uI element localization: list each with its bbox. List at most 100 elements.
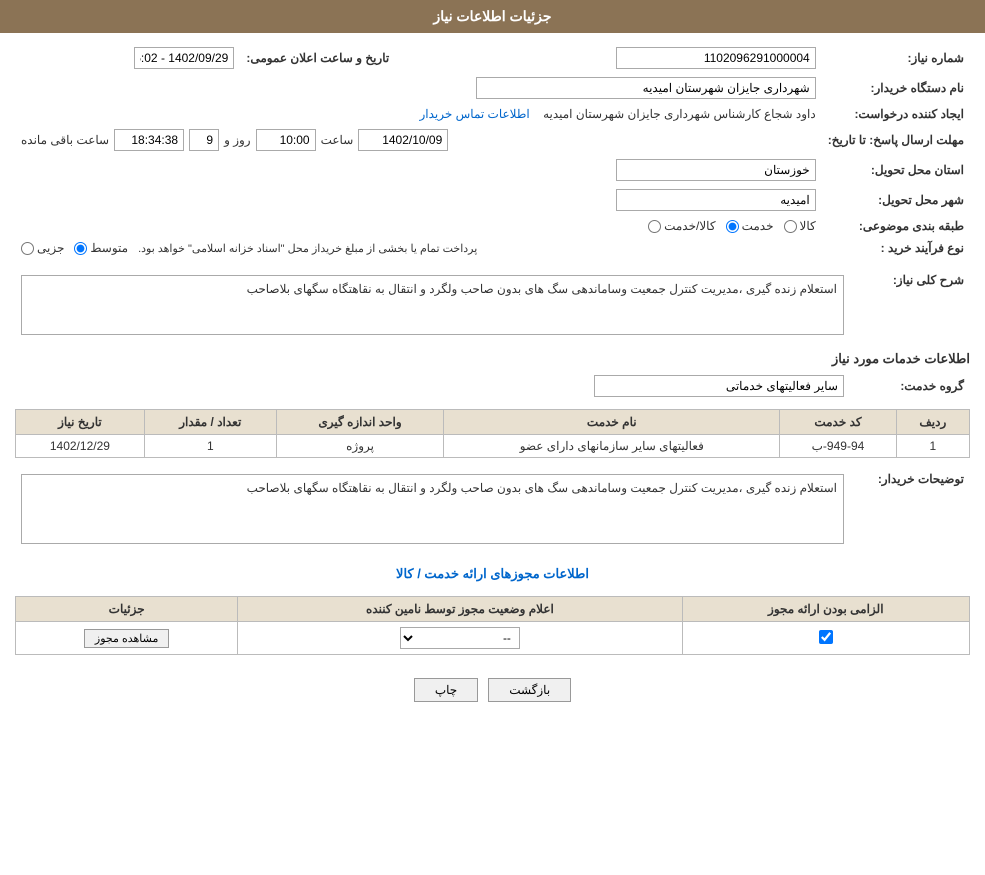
send-time-input[interactable] [256, 129, 316, 151]
services-info-label: اطلاعات خدمات مورد نیاز [15, 351, 970, 367]
purchase-jozvi-radio[interactable] [21, 242, 34, 255]
buyer-org-row: نام دستگاه خریدار: [15, 73, 970, 103]
purchase-type-row: نوع فرآیند خرید : پرداخت تمام یا بخشی از… [15, 237, 970, 259]
category-kala-option[interactable]: کالا [784, 219, 816, 233]
col-date: تاریخ نیاز [16, 410, 145, 435]
announce-date-input[interactable] [134, 47, 234, 69]
need-number-value [395, 43, 822, 73]
purchase-motawaset-radio[interactable] [74, 242, 87, 255]
province-row: استان محل تحویل: [15, 155, 970, 185]
back-button[interactable]: بازگشت [488, 678, 571, 702]
permissions-section-text: اطلاعات مجوزهای ارائه خدمت / کالا [396, 566, 589, 581]
creator-label: ایجاد کننده درخواست: [822, 103, 970, 125]
page-header: جزئیات اطلاعات نیاز [0, 0, 985, 33]
need-number-label: شماره نیاز: [822, 43, 970, 73]
category-kala-khadamat-option[interactable]: کالا/خدمت [648, 219, 715, 233]
cell-details: مشاهده مجوز [16, 622, 238, 655]
purchase-jozvi-option[interactable]: جزیی [21, 241, 64, 255]
services-table: ردیف کد خدمت نام خدمت واحد اندازه گیری ت… [15, 409, 970, 458]
service-group-row: گروه خدمت: [15, 371, 970, 401]
city-value [15, 185, 822, 215]
permissions-table-header: الزامی بودن ارائه مجوز اعلام وضعیت مجوز … [16, 597, 970, 622]
send-days-input[interactable] [189, 129, 219, 151]
services-header-row: ردیف کد خدمت نام خدمت واحد اندازه گیری ت… [16, 410, 970, 435]
view-permit-button[interactable]: مشاهده مجوز [84, 629, 169, 648]
permissions-table-body: -- مشاهده مجوز [16, 622, 970, 655]
city-input[interactable] [616, 189, 816, 211]
mandatory-checkbox[interactable] [819, 630, 833, 644]
table-row: 1 949-94-ب فعالیتهای سایر سازمانهای دارا… [16, 435, 970, 458]
service-group-label: گروه خدمت: [850, 371, 970, 401]
services-table-body: 1 949-94-ب فعالیتهای سایر سازمانهای دارا… [16, 435, 970, 458]
creator-contact-link[interactable]: اطلاعات تماس خریدار [420, 107, 530, 121]
category-khadamat-label: خدمت [742, 219, 774, 233]
need-number-input[interactable] [616, 47, 816, 69]
purchase-motawaset-option[interactable]: متوسط [74, 241, 128, 255]
table-row: -- مشاهده مجوز [16, 622, 970, 655]
cell-row-num: 1 [896, 435, 969, 458]
page-title: جزئیات اطلاعات نیاز [433, 8, 551, 24]
category-row: طبقه بندی موضوعی: کالا/خدمت خدمت [15, 215, 970, 237]
purchase-motawaset-label: متوسط [90, 241, 128, 255]
col-mandatory: الزامی بودن ارائه مجوز [682, 597, 969, 622]
buyer-org-input[interactable] [476, 77, 816, 99]
buyer-org-value [15, 73, 822, 103]
bottom-buttons: بازگشت چاپ [15, 663, 970, 717]
purchase-note: پرداخت تمام یا بخشی از مبلغ خریداز محل "… [138, 242, 477, 255]
category-khadamat-option[interactable]: خدمت [726, 219, 774, 233]
cell-status: -- [238, 622, 682, 655]
buyer-description-row: توضیحات خریدار: استعلام زنده گیری ،مدیری… [15, 466, 970, 552]
category-khadamat-radio[interactable] [726, 220, 739, 233]
category-kala-radio[interactable] [784, 220, 797, 233]
purchase-jozvi-label: جزیی [37, 241, 64, 255]
need-description-row: شرح کلی نیاز: استعلام زنده گیری ،مدیریت … [15, 267, 970, 343]
buyer-description-content: استعلام زنده گیری ،مدیریت کنترل جمعیت وس… [15, 466, 850, 552]
send-date-input[interactable] [358, 129, 448, 151]
announce-date-value [15, 43, 240, 73]
city-label: شهر محل تحویل: [822, 185, 970, 215]
page-wrapper: جزئیات اطلاعات نیاز شماره نیاز: تاریخ و … [0, 0, 985, 875]
buyer-description-label: توضیحات خریدار: [850, 466, 970, 552]
need-description-box: استعلام زنده گیری ،مدیریت کنترل جمعیت وس… [21, 275, 844, 335]
creator-value: داود شجاع کارشناس شهرداری جایزان شهرستان… [15, 103, 822, 125]
col-service-code: کد خدمت [780, 410, 896, 435]
service-group-value [15, 371, 850, 401]
send-remaining-input[interactable] [114, 129, 184, 151]
buyer-description-table: توضیحات خریدار: استعلام زنده گیری ،مدیری… [15, 466, 970, 552]
need-description-label: شرح کلی نیاز: [850, 267, 970, 343]
col-status: اعلام وضعیت مجوز توسط نامین کننده [238, 597, 682, 622]
status-select[interactable]: -- [400, 627, 520, 649]
permissions-header-row: الزامی بودن ارائه مجوز اعلام وضعیت مجوز … [16, 597, 970, 622]
col-row-num: ردیف [896, 410, 969, 435]
cell-count: 1 [144, 435, 276, 458]
services-table-header: ردیف کد خدمت نام خدمت واحد اندازه گیری ت… [16, 410, 970, 435]
buyer-description-box: استعلام زنده گیری ،مدیریت کنترل جمعیت وس… [21, 474, 844, 544]
print-button[interactable]: چاپ [414, 678, 478, 702]
send-time-label: ساعت [321, 133, 354, 147]
col-count: تعداد / مقدار [144, 410, 276, 435]
service-group-table: گروه خدمت: [15, 371, 970, 401]
col-details: جزئیات [16, 597, 238, 622]
category-kala-khadamat-radio[interactable] [648, 220, 661, 233]
need-description-content: استعلام زنده گیری ،مدیریت کنترل جمعیت وس… [15, 267, 850, 343]
province-input[interactable] [616, 159, 816, 181]
col-service-name: نام خدمت [444, 410, 780, 435]
province-label: استان محل تحویل: [822, 155, 970, 185]
creator-text: داود شجاع کارشناس شهرداری جایزان شهرستان… [543, 107, 816, 121]
need-number-row: شماره نیاز: تاریخ و ساعت اعلان عمومی: [15, 43, 970, 73]
need-description-table: شرح کلی نیاز: استعلام زنده گیری ،مدیریت … [15, 267, 970, 343]
cell-mandatory [682, 622, 969, 655]
cell-date: 1402/12/29 [16, 435, 145, 458]
category-kala-khadamat-label: کالا/خدمت [664, 219, 715, 233]
city-row: شهر محل تحویل: [15, 185, 970, 215]
send-days-label: روز و [224, 133, 251, 147]
content-area: شماره نیاز: تاریخ و ساعت اعلان عمومی: نا… [0, 33, 985, 727]
category-options: کالا/خدمت خدمت کالا [15, 215, 822, 237]
category-label: طبقه بندی موضوعی: [822, 215, 970, 237]
cell-service-code: 949-94-ب [780, 435, 896, 458]
col-unit: واحد اندازه گیری [276, 410, 443, 435]
main-info-table: شماره نیاز: تاریخ و ساعت اعلان عمومی: نا… [15, 43, 970, 259]
creator-row: ایجاد کننده درخواست: داود شجاع کارشناس ش… [15, 103, 970, 125]
send-deadline-label: مهلت ارسال پاسخ: تا تاریخ: [822, 125, 970, 155]
service-group-input[interactable] [594, 375, 844, 397]
